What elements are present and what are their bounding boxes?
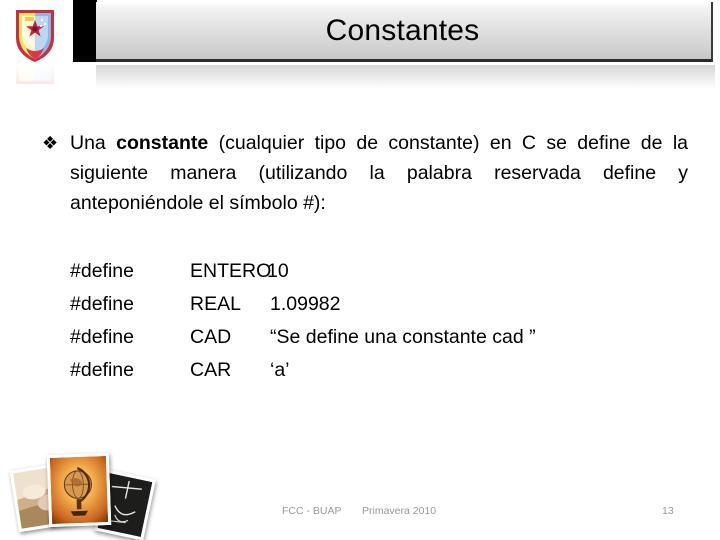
title-plate-shadow — [96, 65, 715, 89]
paragraph-bold-term: constante — [116, 132, 209, 154]
footer-page-number: 13 — [662, 505, 674, 517]
define-value: 10 — [267, 260, 289, 282]
buap-crest-svg — [16, 10, 54, 62]
bullet-paragraph: Una constante (cualquier tipo de constan… — [70, 128, 688, 218]
table-row: #define REAL 1.09982 — [70, 288, 630, 321]
buap-crest-icon — [8, 4, 62, 66]
define-name: CAD — [190, 326, 232, 348]
globe-photo-svg — [49, 456, 109, 524]
slide-canvas: Constantes ❖ Una constante (cualquier ti… — [0, 0, 720, 540]
define-value: “Se define una constante cad ” — [270, 326, 536, 348]
table-row: #define CAR ‘a’ — [70, 354, 630, 387]
define-directive: #define — [70, 359, 134, 381]
define-name: CAR — [190, 359, 232, 381]
globe-photo-icon — [46, 452, 112, 528]
page-title: Constantes — [325, 14, 480, 47]
define-value: 1.09982 — [270, 293, 341, 315]
define-directive: #define — [70, 260, 134, 282]
buap-crest-reflection-icon — [8, 64, 62, 90]
paragraph-prefix: Una — [70, 132, 117, 154]
header-black-bar — [73, 0, 97, 62]
define-directive: #define — [70, 293, 134, 315]
define-name: ENTERO — [190, 260, 272, 282]
slide-header: Constantes — [0, 0, 720, 90]
buap-crest-reflection-svg — [16, 64, 54, 84]
define-directive: #define — [70, 326, 134, 348]
globe-photo-image — [49, 456, 109, 524]
define-value: ‘a’ — [270, 359, 290, 381]
footer-organization: FCC - BUAP — [282, 505, 342, 517]
footer-term: Primavera 2010 — [362, 505, 437, 517]
define-code-block: #define ENTERO 10 #define REAL 1.09982 #… — [70, 255, 630, 387]
define-name: REAL — [190, 293, 241, 315]
table-row: #define CAD “Se define una constante cad… — [70, 321, 630, 354]
body-content: ❖ Una constante (cualquier tipo de const… — [42, 128, 688, 218]
bullet-item: ❖ Una constante (cualquier tipo de const… — [42, 128, 688, 218]
table-row: #define ENTERO 10 — [70, 255, 630, 288]
diamond-bullet-icon: ❖ — [42, 133, 59, 154]
